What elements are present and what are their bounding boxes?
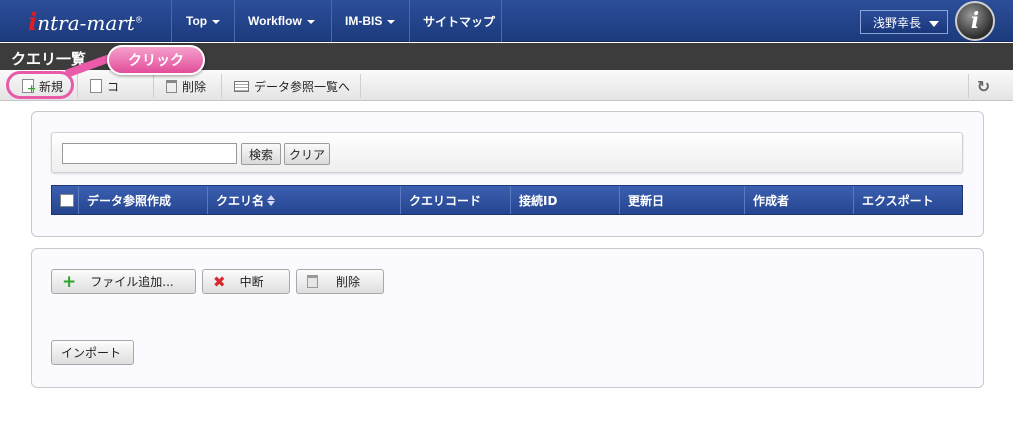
clear-button[interactable]: クリア bbox=[284, 143, 330, 165]
list-icon bbox=[234, 80, 249, 92]
nav-im-bis[interactable]: IM-BIS bbox=[332, 0, 410, 42]
select-all-checkbox[interactable] bbox=[60, 193, 74, 207]
search-button[interactable]: 検索 bbox=[241, 143, 281, 165]
search-box: 検索 クリア bbox=[51, 132, 963, 173]
chevron-down-icon bbox=[212, 20, 221, 24]
nav-sitemap[interactable]: サイトマップ bbox=[410, 0, 502, 42]
trash-icon bbox=[307, 275, 318, 288]
click-callout: クリック bbox=[107, 45, 205, 75]
import-button[interactable]: インポート bbox=[51, 340, 134, 365]
column-header-updated-date[interactable]: 更新日 bbox=[620, 186, 745, 214]
avatar[interactable]: i bbox=[955, 1, 995, 41]
user-menu[interactable]: 浅野幸長 bbox=[860, 10, 948, 34]
refresh-icon: ↻ bbox=[976, 76, 991, 96]
column-header-query-name[interactable]: クエリ名 bbox=[208, 186, 401, 214]
data-reference-list-button[interactable]: データ参照一覧へ bbox=[226, 74, 361, 98]
top-navigation-bar: intra-mart® Top Workflow IM-BIS サイトマップ 浅… bbox=[0, 0, 1013, 42]
copy-button[interactable]: コ bbox=[82, 74, 154, 98]
query-grid-header: データ参照作成 クエリ名 クエリコード 接続ID 更新日 作成者 エクスポート bbox=[51, 185, 963, 215]
query-list-panel bbox=[31, 111, 984, 237]
nav-top[interactable]: Top bbox=[173, 0, 235, 42]
intra-mart-logo[interactable]: intra-mart® bbox=[0, 0, 172, 42]
nav-workflow[interactable]: Workflow bbox=[235, 0, 332, 42]
logo-text: intra-mart® bbox=[28, 6, 143, 36]
column-header-query-code[interactable]: クエリコード bbox=[401, 186, 511, 214]
column-header-create-data-ref[interactable]: データ参照作成 bbox=[79, 186, 208, 214]
refresh-button[interactable]: ↻ bbox=[968, 74, 998, 98]
select-all-cell bbox=[52, 186, 79, 214]
sort-icon bbox=[267, 194, 276, 206]
trash-icon bbox=[166, 79, 177, 93]
close-icon: ✖ bbox=[213, 272, 226, 291]
search-input[interactable] bbox=[62, 143, 237, 164]
chevron-down-icon bbox=[387, 20, 396, 24]
delete-button[interactable]: 削除 bbox=[158, 74, 222, 98]
delete-file-button[interactable]: 削除 bbox=[296, 269, 384, 294]
chevron-down-icon bbox=[306, 20, 315, 24]
column-header-connection-id[interactable]: 接続ID bbox=[511, 186, 620, 214]
column-header-export[interactable]: エクスポート bbox=[854, 186, 962, 214]
chevron-down-icon bbox=[929, 21, 939, 27]
abort-button[interactable]: ✖ 中断 bbox=[202, 269, 290, 294]
column-header-creator[interactable]: 作成者 bbox=[745, 186, 854, 214]
plus-icon: + bbox=[62, 271, 77, 292]
click-highlight-ring bbox=[6, 71, 74, 99]
copy-icon bbox=[90, 79, 102, 93]
add-file-button[interactable]: + ファイル追加... bbox=[51, 269, 196, 294]
